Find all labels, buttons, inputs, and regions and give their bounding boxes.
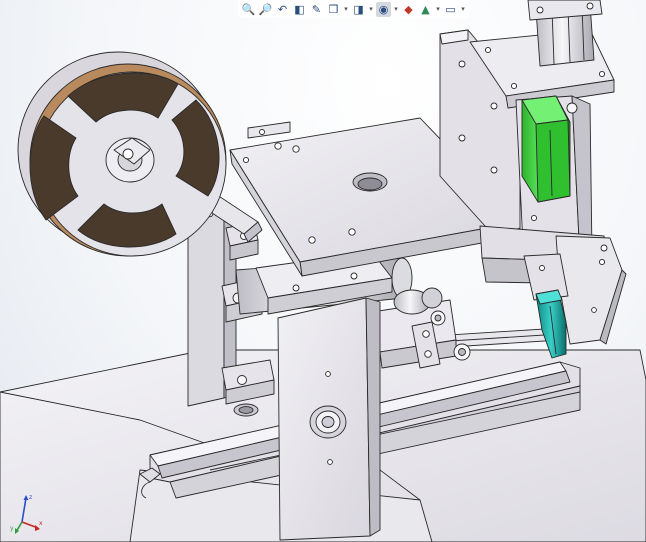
view-settings-icon[interactable]: ▭	[443, 2, 458, 17]
dynamic-annotation-icon[interactable]: ✎	[309, 2, 324, 17]
previous-view-icon[interactable]: ↶	[275, 2, 290, 17]
reference-triad: z x y	[10, 494, 43, 534]
zoom-to-fit-icon[interactable]: 🔍	[241, 2, 256, 17]
section-view-icon[interactable]: ◧	[292, 2, 307, 17]
chevron-down-icon[interactable]: ▾	[435, 5, 441, 13]
rear-left-column	[187, 209, 225, 407]
chevron-down-icon[interactable]: ▾	[343, 5, 349, 13]
triad-y-label: y	[10, 525, 14, 532]
hide-show-items-icon[interactable]: ◉	[376, 1, 391, 17]
view-orientation-icon[interactable]: ❐	[326, 2, 341, 17]
triad-x-label: x	[39, 520, 43, 527]
chevron-down-icon[interactable]: ▾	[368, 5, 374, 13]
graphics-viewport[interactable]: 🔍 🔎 ↶ ◧ ✎ ❐ ▾ ◨ ▾ ◉ ▾ ◆ ▲ ▾ ▭ ▾ z x y	[0, 0, 646, 542]
edit-appearance-icon[interactable]: ◆	[401, 2, 416, 17]
triad-z-label: z	[29, 494, 32, 501]
heads-up-view-toolbar: 🔍 🔎 ↶ ◧ ✎ ❐ ▾ ◨ ▾ ◉ ▾ ◆ ▲ ▾ ▭ ▾	[238, 0, 469, 18]
chevron-down-icon[interactable]: ▾	[393, 5, 399, 13]
cad-assembly-model[interactable]	[0, 0, 646, 542]
chevron-down-icon[interactable]: ▾	[460, 5, 466, 13]
zoom-to-area-icon[interactable]: 🔎	[258, 2, 273, 17]
display-style-icon[interactable]: ◨	[351, 2, 366, 17]
apply-scene-icon[interactable]: ▲	[418, 2, 433, 17]
